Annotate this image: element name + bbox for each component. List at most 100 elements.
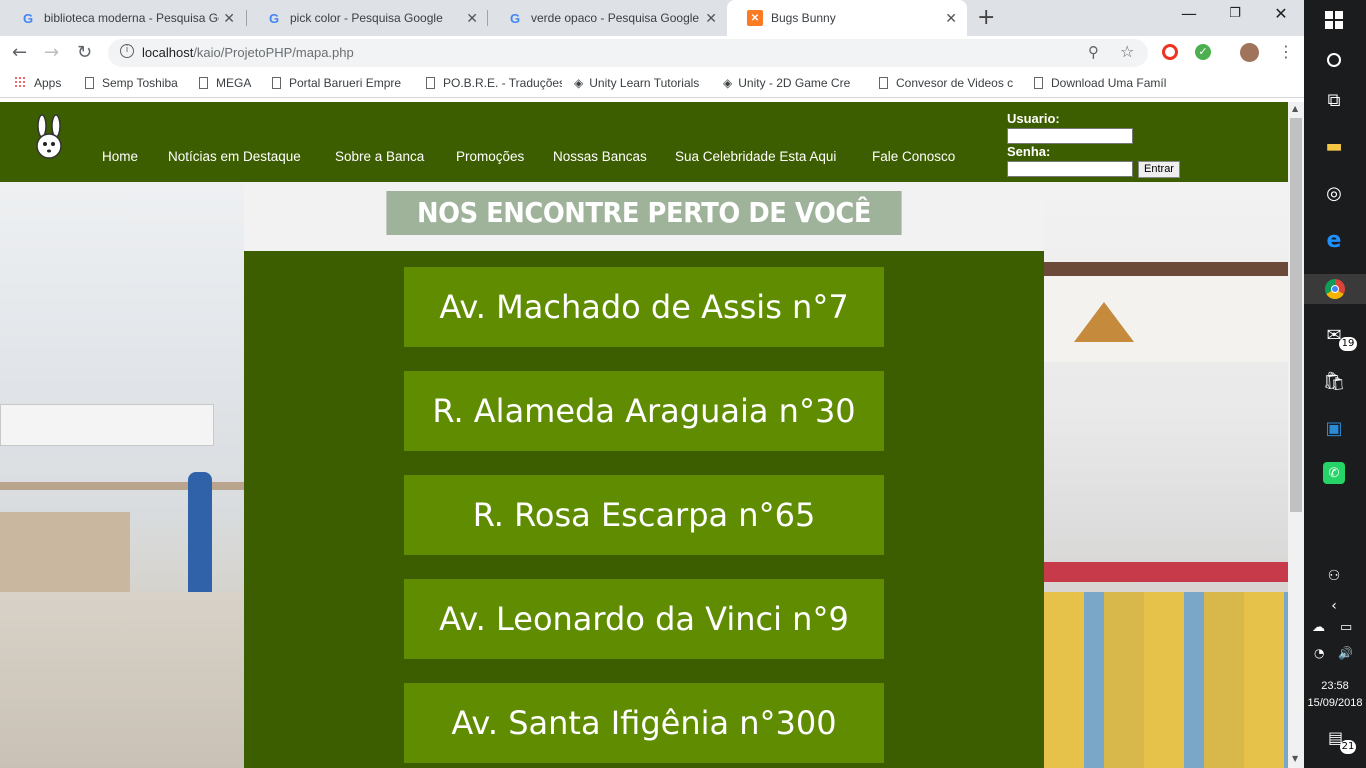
user-input[interactable]: [1007, 128, 1133, 144]
page-icon: [879, 77, 888, 89]
nav-celebridade[interactable]: Sua Celebridade Esta Aqui: [675, 149, 836, 164]
windows-taskbar: ⧉ ▬ ◎ e ✉ 19 🛍 ▣ ✆ ⚇ ‹ ☁ ▭ ◔ 🔊 23:58 15/…: [1304, 0, 1366, 768]
bookmark-item[interactable]: Semp Toshiba: [85, 76, 185, 90]
user-label: Usuario:: [1007, 111, 1060, 126]
app-icon[interactable]: ▣: [1321, 415, 1347, 441]
tab-strip: G biblioteca moderna - Pesquisa Go ✕ G p…: [0, 0, 1304, 36]
tab-title: biblioteca moderna - Pesquisa Go: [44, 11, 219, 25]
info-icon[interactable]: i: [120, 44, 134, 58]
background-photo-right: [1044, 182, 1288, 768]
browser-toolbar: ← → ↻ i localhost/kaio/ProjetoPHP/mapa.p…: [0, 36, 1304, 70]
battery-icon[interactable]: ▭: [1340, 620, 1352, 635]
location-button[interactable]: R. Rosa Escarpa n°65: [404, 475, 884, 555]
xampp-icon: ✕: [747, 10, 763, 26]
onedrive-icon[interactable]: ☁: [1312, 620, 1325, 635]
bookmark-item[interactable]: MEGA: [199, 76, 259, 90]
minimize-button[interactable]: —: [1166, 4, 1212, 23]
windows-start-icon[interactable]: [1321, 7, 1347, 33]
address-bar[interactable]: i localhost/kaio/ProjetoPHP/mapa.php ⚲ ☆: [108, 39, 1148, 67]
media-app-icon[interactable]: ◎: [1321, 180, 1347, 206]
restore-button[interactable]: ❐: [1212, 6, 1258, 21]
bookmark-item[interactable]: Portal Barueri Empre: [272, 76, 404, 90]
url-text[interactable]: localhost/kaio/ProjetoPHP/mapa.php: [142, 45, 354, 60]
bookmark-star-icon[interactable]: ☆: [1120, 42, 1134, 61]
show-hidden-icons[interactable]: ‹: [1321, 593, 1347, 619]
bookmark-item[interactable]: ◈ Unity Learn Tutorials: [574, 76, 710, 90]
cortana-icon[interactable]: [1321, 47, 1347, 73]
forward-button[interactable]: →: [44, 42, 59, 63]
bookmark-apps[interactable]: Apps: [14, 76, 61, 90]
zoom-icon[interactable]: ⚲: [1088, 43, 1099, 61]
bookmark-item[interactable]: Download Uma Famíl: [1034, 76, 1168, 90]
close-tab-icon[interactable]: ✕: [705, 10, 717, 27]
tab-1[interactable]: G biblioteca moderna - Pesquisa Go ✕: [0, 0, 245, 36]
location-button[interactable]: Av. Leonardo da Vinci n°9: [404, 579, 884, 659]
clock-date[interactable]: 15/09/2018: [1304, 697, 1366, 709]
nav-fale-conosco[interactable]: Fale Conosco: [872, 149, 955, 164]
tab-title: pick color - Pesquisa Google: [290, 11, 443, 25]
clock-time[interactable]: 23:58: [1304, 680, 1366, 692]
wifi-icon[interactable]: ◔: [1314, 646, 1324, 660]
notification-badge: 21: [1340, 740, 1356, 754]
chrome-icon[interactable]: [1304, 274, 1366, 304]
store-icon[interactable]: 🛍: [1321, 368, 1347, 394]
tab-3[interactable]: G verde opaco - Pesquisa Google ✕: [487, 0, 727, 36]
close-tab-icon[interactable]: ✕: [945, 10, 957, 27]
tab-title: verde opaco - Pesquisa Google: [531, 11, 700, 25]
google-icon: G: [268, 10, 280, 26]
close-window-button[interactable]: ✕: [1258, 4, 1304, 23]
page-scrollbar[interactable]: ▲ ▼: [1288, 102, 1304, 768]
background-photo-left: [0, 182, 244, 768]
google-icon: G: [509, 10, 521, 26]
edge-icon[interactable]: e: [1321, 227, 1347, 253]
google-icon: G: [22, 10, 34, 26]
location-button[interactable]: R. Alameda Araguaia n°30: [404, 371, 884, 451]
password-label: Senha:: [1007, 144, 1051, 159]
check-extension-icon[interactable]: ✓: [1195, 44, 1211, 60]
task-view-icon[interactable]: ⧉: [1321, 87, 1347, 113]
menu-icon[interactable]: ⋮: [1278, 42, 1294, 61]
mail-badge: 19: [1339, 337, 1357, 351]
apps-grid-icon: [14, 76, 26, 88]
password-input[interactable]: [1007, 161, 1133, 177]
login-button[interactable]: Entrar: [1138, 161, 1180, 178]
volume-icon[interactable]: 🔊: [1338, 646, 1353, 660]
back-button[interactable]: ←: [12, 42, 27, 63]
page-icon: [426, 77, 435, 89]
reload-button[interactable]: ↻: [77, 42, 92, 63]
file-explorer-icon[interactable]: ▬: [1321, 133, 1347, 159]
page-heading: NOS ENCONTRE PERTO DE VOCÊ: [386, 191, 902, 235]
nav-nossas-bancas[interactable]: Nossas Bancas: [553, 149, 647, 164]
unity-icon: ◈: [574, 76, 584, 90]
nav-home[interactable]: Home: [102, 149, 138, 164]
close-tab-icon[interactable]: ✕: [466, 10, 478, 27]
opera-extension-icon[interactable]: [1162, 44, 1178, 60]
bookmark-item[interactable]: Convesor de Videos c: [879, 76, 1013, 90]
tab-active[interactable]: ✕ Bugs Bunny ✕: [727, 0, 967, 36]
main-content: NOS ENCONTRE PERTO DE VOCÊ Av. Machado d…: [244, 182, 1044, 768]
location-button[interactable]: Av. Machado de Assis n°7: [404, 267, 884, 347]
page-icon: [1034, 77, 1043, 89]
close-tab-icon[interactable]: ✕: [223, 10, 235, 27]
heading-container: NOS ENCONTRE PERTO DE VOCÊ: [244, 182, 1044, 251]
scroll-down-icon[interactable]: ▼: [1292, 754, 1298, 763]
unity-icon: ◈: [723, 76, 733, 90]
bunny-logo-icon[interactable]: [30, 114, 68, 160]
tab-2[interactable]: G pick color - Pesquisa Google ✕: [246, 0, 488, 36]
bookmarks-bar: Apps Semp Toshiba MEGA Portal Barueri Em…: [0, 70, 1304, 98]
bookmark-item[interactable]: PO.B.R.E. - Traduções: [426, 76, 562, 90]
whatsapp-icon[interactable]: ✆: [1323, 462, 1345, 484]
bookmark-item[interactable]: ◈ Unity - 2D Game Cre: [723, 76, 859, 90]
new-tab-button[interactable]: +: [977, 5, 995, 30]
nav-noticias[interactable]: Notícias em Destaque: [168, 149, 301, 164]
scroll-thumb[interactable]: [1290, 118, 1302, 512]
tab-title: Bugs Bunny: [771, 11, 836, 25]
profile-avatar[interactable]: [1240, 43, 1259, 62]
page-icon: [199, 77, 208, 89]
scroll-up-icon[interactable]: ▲: [1292, 104, 1298, 113]
nav-sobre[interactable]: Sobre a Banca: [335, 149, 424, 164]
nav-promocoes[interactable]: Promoções: [456, 149, 524, 164]
location-button[interactable]: Av. Santa Ifigênia n°300: [404, 683, 884, 763]
people-icon[interactable]: ⚇: [1321, 563, 1347, 589]
web-page: Home Notícias em Destaque Sobre a Banca …: [0, 102, 1288, 768]
